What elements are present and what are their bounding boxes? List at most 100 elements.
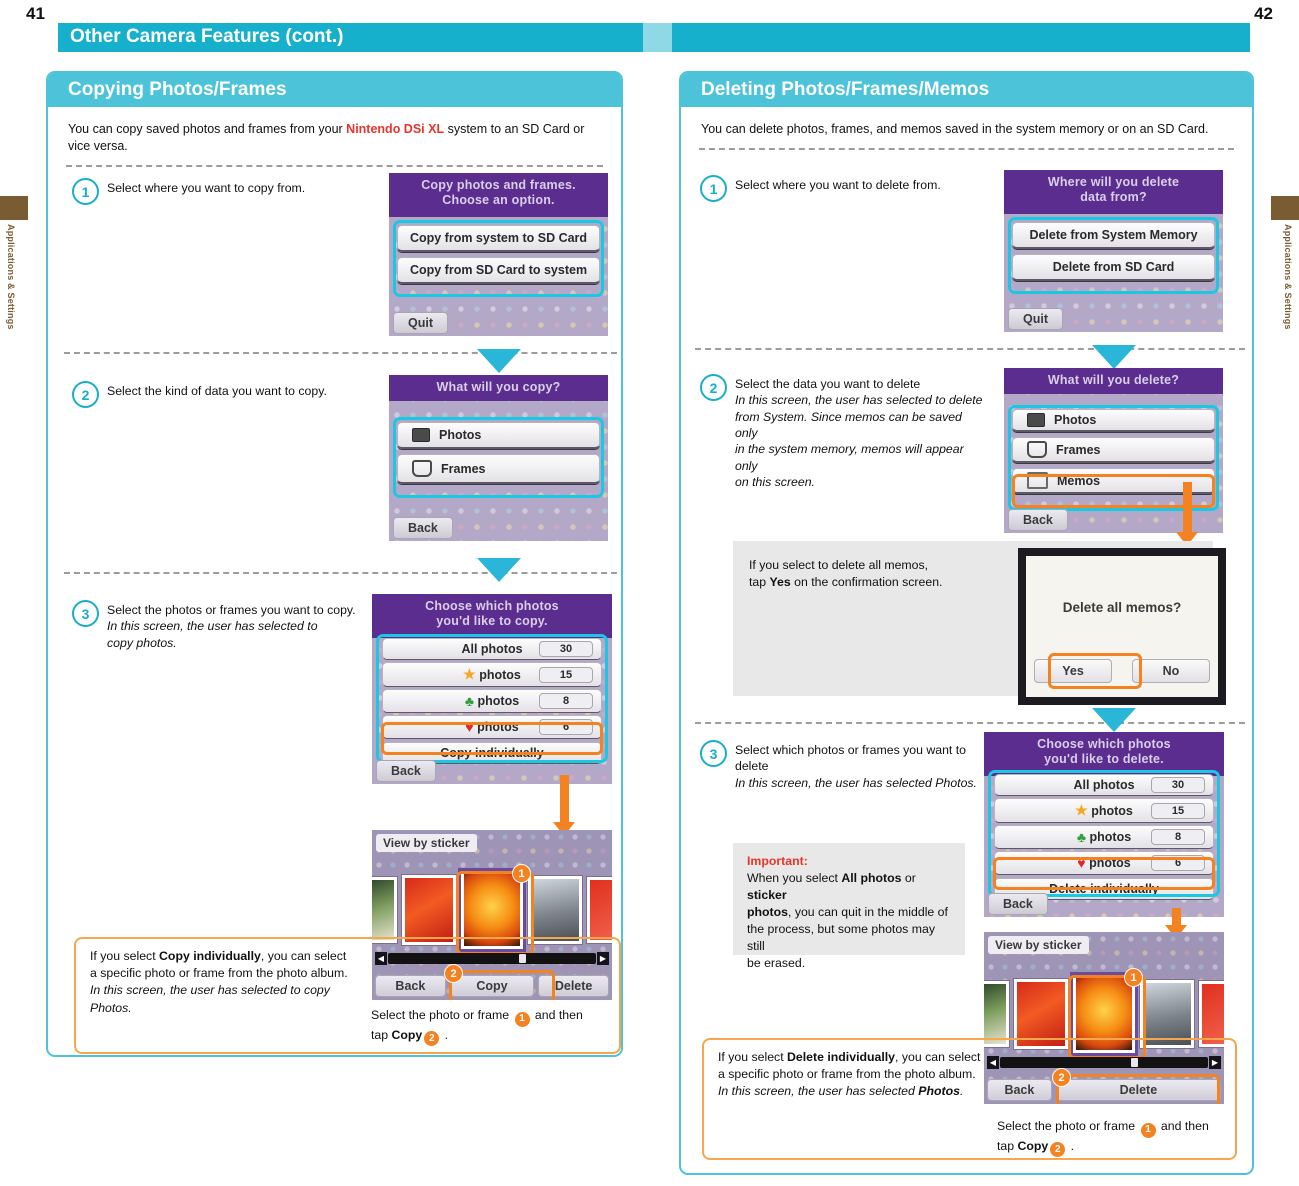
- section-header-right: Deleting Photos/Frames/Memos: [681, 73, 1252, 107]
- album-thumb[interactable]: [402, 875, 457, 945]
- highlight-ring-cyan: [1008, 217, 1219, 294]
- important-line: be erased.: [747, 955, 806, 970]
- step-bullet-3-right: 3: [700, 740, 727, 767]
- important-line: , you can quit in the middle of: [787, 904, 948, 919]
- step-line: Select where you want to delete from.: [735, 178, 941, 192]
- album-thumb[interactable]: [527, 876, 582, 944]
- flow-arrow-right-1: [1092, 345, 1136, 369]
- step-line: In this screen, the user has selected to: [107, 619, 318, 634]
- important-note-box: Important: When you select All photos or…: [733, 843, 965, 970]
- callout-badge-2: 2: [444, 964, 463, 983]
- highlight-ring-cyan: [393, 220, 604, 297]
- caption-line: and then: [1157, 1119, 1209, 1133]
- ds-button-back[interactable]: Back: [393, 517, 453, 539]
- ds-button-back[interactable]: Back: [376, 760, 436, 782]
- step-bullet-3-left: 3: [72, 600, 99, 627]
- inline-badge-2: 2: [1050, 1142, 1066, 1157]
- album-tag-view-by-sticker[interactable]: View by sticker: [988, 936, 1089, 954]
- inline-badge-1: 1: [1140, 1122, 1156, 1138]
- step-1-right: 1 Select where you want to delete from.: [700, 175, 1000, 202]
- caption-line: and then: [531, 1008, 583, 1022]
- note-line: In this screen, the user has selected: [718, 1084, 919, 1099]
- album-thumb[interactable]: [372, 877, 398, 943]
- section-title-right: Deleting Photos/Frames/Memos: [701, 79, 990, 100]
- album-thumb[interactable]: [586, 877, 612, 943]
- step-text-2-left: Select the kind of data you want to copy…: [107, 381, 327, 408]
- ds-button-back[interactable]: Back: [1008, 509, 1068, 531]
- section-header-left: Copying Photos/Frames: [48, 73, 621, 107]
- confirm-message: Delete all memos?: [1062, 600, 1182, 615]
- side-tab-label-left: Applications & Settings: [6, 224, 16, 330]
- highlight-ring-orange: [381, 722, 603, 755]
- divider-right-1: [699, 147, 1234, 150]
- callout-badge-2: 2: [1052, 1068, 1071, 1087]
- caption-line: tap: [997, 1138, 1018, 1153]
- important-label: Important:: [747, 854, 808, 868]
- orange-connector-left: [560, 775, 569, 827]
- intro-brand-name: Nintendo DSi XL: [346, 122, 445, 136]
- highlight-ring-orange: [993, 857, 1215, 890]
- important-line: or: [901, 870, 916, 885]
- ds-title-what-copy: What will you copy?: [389, 375, 608, 401]
- intro-text-pre: You can copy saved photos and frames fro…: [68, 122, 347, 136]
- caption-line: .: [441, 1027, 449, 1042]
- note-line: If you select: [718, 1050, 788, 1064]
- ds-title-delete-source: Where will you delete data from?: [1004, 170, 1223, 214]
- caption-bold: Copy: [391, 1027, 423, 1042]
- section-intro-left: You can copy saved photos and frames fro…: [48, 107, 621, 155]
- chapter-bar-right: [672, 23, 1250, 52]
- step-3-right: 3 Select which photos or frames you want…: [700, 740, 990, 791]
- highlight-ring-orange: [1048, 653, 1142, 689]
- ds-button-quit[interactable]: Quit: [393, 312, 448, 334]
- side-tab-label-right: Applications & Settings: [1283, 224, 1293, 330]
- album-tag-view-by-sticker[interactable]: View by sticker: [376, 834, 477, 852]
- ds-screen-copy-source: Copy photos and frames. Choose an option…: [389, 173, 608, 336]
- chapter-bar-right-cap: [658, 23, 672, 52]
- callout-badge-1: 1: [512, 864, 531, 883]
- divider-right-2: [695, 348, 1245, 350]
- section-intro-right: You can delete photos, frames, and memos…: [701, 122, 1209, 136]
- orange-connector-memos: [1183, 482, 1192, 537]
- step-1-left: 1 Select where you want to copy from.: [72, 178, 382, 205]
- note-line: a specific photo or frame from the photo…: [90, 966, 348, 981]
- step-line: Select the photos or frames you want to …: [107, 603, 356, 617]
- memo-note-line: tap: [749, 574, 770, 589]
- ds-button-quit[interactable]: Quit: [1008, 308, 1063, 330]
- step-2-left: 2 Select the kind of data you want to co…: [72, 381, 382, 408]
- confirm-inner: Delete all memos? Yes No: [1026, 556, 1218, 697]
- step-line: Select the data you want to delete: [735, 377, 921, 391]
- ds-title-line: Copy photos and frames.: [421, 178, 576, 192]
- chapter-bar-left-cap: [643, 23, 659, 52]
- step-bullet-1-left: 1: [72, 178, 99, 205]
- ds-screen-delete-source: Where will you delete data from? Delete …: [1004, 170, 1223, 332]
- caption-left: Select the photo or frame 1 and then tap…: [371, 1007, 611, 1046]
- callout-badge-1: 1: [1124, 968, 1143, 987]
- important-line: the process, but some photos may still: [747, 921, 935, 953]
- step-text-3-left: Select the photos or frames you want to …: [107, 600, 356, 651]
- step-bullet-2-right: 2: [700, 374, 727, 401]
- ds-title-line: Choose which photos: [425, 599, 559, 613]
- caption-line: tap: [371, 1027, 392, 1042]
- ds-button-back[interactable]: Back: [988, 893, 1048, 915]
- divider-right-3: [695, 722, 1245, 724]
- ds-title-line: data from?: [1080, 189, 1147, 204]
- step-line: In this screen, the user has selected to…: [735, 393, 983, 408]
- note-line: In this screen, the user has selected to…: [90, 983, 330, 1015]
- note-text-left: If you select Copy individually, you can…: [90, 948, 360, 1017]
- note-line: a specific photo or frame from the photo…: [718, 1067, 976, 1082]
- note-bold: Copy individually: [159, 949, 261, 963]
- ds-title-line: you'd like to delete.: [1044, 751, 1164, 766]
- step-text-1-left: Select where you want to copy from.: [107, 178, 305, 205]
- step-line: Select where you want to copy from.: [107, 181, 306, 195]
- ds-title-line: Choose an option.: [442, 192, 555, 207]
- ds-screen-choose-delete: Choose which photos you'd like to delete…: [984, 732, 1224, 917]
- step-line: from System. Since memos can be saved on…: [735, 409, 962, 441]
- ds-title-line: What will you copy?: [436, 380, 561, 394]
- section-title-left: Copying Photos/Frames: [68, 79, 287, 100]
- confirm-button-no[interactable]: No: [1132, 659, 1210, 683]
- caption-right: Select the photo or frame 1 and then tap…: [997, 1118, 1237, 1157]
- ds-screen-choose-copy: Choose which photos you'd like to copy. …: [372, 594, 612, 784]
- chapter-title: Other Camera Features (cont.): [70, 26, 344, 47]
- caption-line: Select the photo or frame: [371, 1008, 513, 1022]
- memo-note-line: on the confirmation screen.: [790, 574, 943, 589]
